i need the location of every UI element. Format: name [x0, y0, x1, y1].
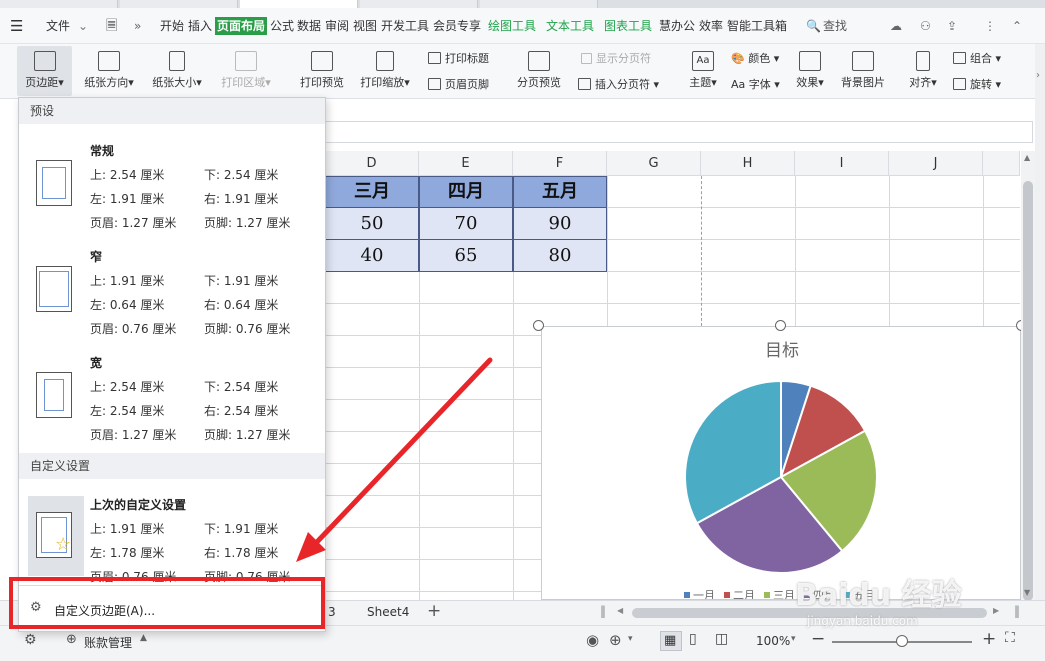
red-arrow-line — [313, 357, 493, 546]
highlight-box — [9, 577, 325, 629]
annotation-overlay — [296, 357, 493, 562]
